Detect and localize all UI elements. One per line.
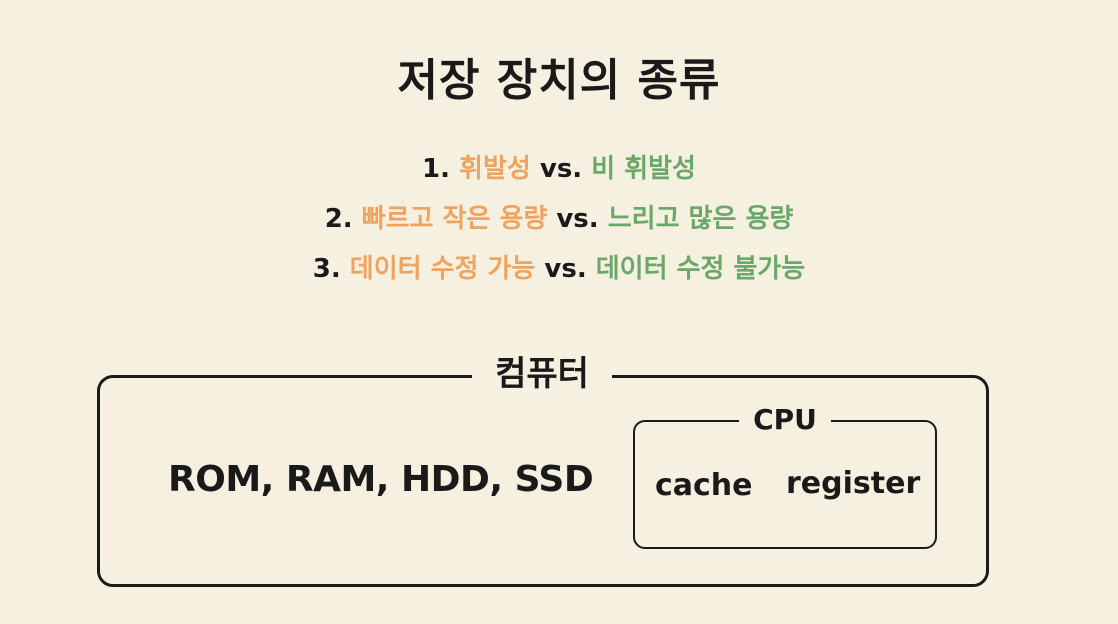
comparison-left: 빠르고 작은 용량 bbox=[361, 204, 548, 234]
comparison-left: 데이터 수정 가능 bbox=[349, 254, 536, 284]
comparison-list: 1. 휘발성 vs. 비 휘발성 2. 빠르고 작은 용량 vs. 느리고 많은… bbox=[0, 144, 1118, 294]
comparison-right: 데이터 수정 불가능 bbox=[595, 254, 806, 284]
comparison-number: 1. bbox=[422, 154, 450, 184]
comparison-left: 휘발성 bbox=[459, 154, 531, 184]
comparison-vs: vs. bbox=[544, 254, 587, 284]
comparison-vs: vs. bbox=[539, 154, 583, 184]
comparison-right: 비 휘발성 bbox=[591, 154, 696, 184]
register-text: register bbox=[786, 466, 921, 501]
cpu-label: CPU bbox=[739, 399, 831, 441]
computer-label: 컴퓨터 bbox=[472, 350, 612, 398]
slide: 저장 장치의 종류 1. 휘발성 vs. 비 휘발성 2. 빠르고 작은 용량 … bbox=[0, 0, 1118, 624]
comparison-vs: vs. bbox=[556, 204, 599, 234]
comparison-row-2: 2. 빠르고 작은 용량 vs. 느리고 많은 용량 bbox=[0, 194, 1118, 244]
storage-devices-text: ROM, RAM, HDD, SSD bbox=[168, 459, 594, 500]
cache-text: cache bbox=[655, 468, 753, 503]
comparison-row-3: 3. 데이터 수정 가능 vs. 데이터 수정 불가능 bbox=[0, 244, 1118, 294]
comparison-right: 느리고 많은 용량 bbox=[607, 204, 794, 234]
slide-title: 저장 장치의 종류 bbox=[397, 55, 721, 106]
comparison-number: 2. bbox=[324, 204, 353, 234]
comparison-row-1: 1. 휘발성 vs. 비 휘발성 bbox=[0, 144, 1118, 194]
comparison-number: 3. bbox=[312, 254, 341, 284]
